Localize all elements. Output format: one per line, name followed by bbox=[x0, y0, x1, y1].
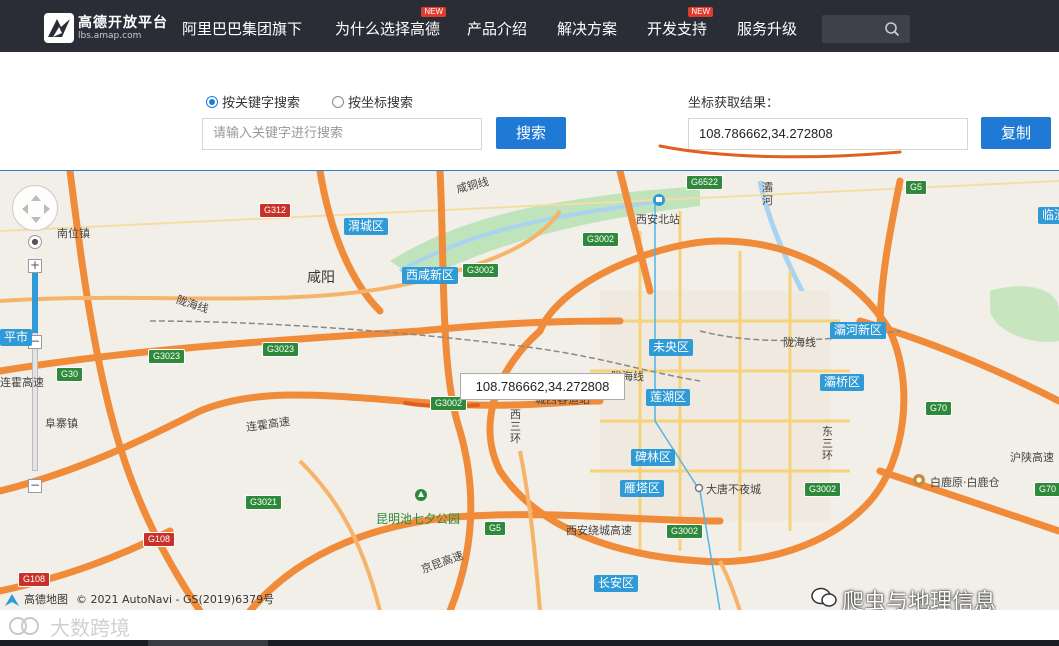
highway-sign: G30 bbox=[56, 367, 84, 382]
amap-logo[interactable]: 高德开放平台 lbs.amap.com bbox=[44, 13, 168, 43]
nav-label: 服务升级 bbox=[737, 20, 798, 38]
highway-sign: G108 bbox=[18, 572, 51, 587]
place-label: 西安北站 bbox=[636, 213, 680, 226]
watermark-logo-icon bbox=[9, 617, 39, 635]
highway-sign: G70 bbox=[925, 401, 953, 416]
highway-sign: G6522 bbox=[686, 175, 724, 190]
nav-label: 为什么选择高德 bbox=[335, 20, 441, 38]
nav-item-why-amap[interactable]: 为什么选择高德 NEW bbox=[335, 7, 447, 39]
nav-label: 开发支持 bbox=[647, 20, 708, 38]
district-label: 灞桥区 bbox=[820, 374, 865, 391]
top-nav-bar: 高德开放平台 lbs.amap.com 阿里巴巴集团旗下 为什么选择高德 NEW … bbox=[0, 0, 1059, 52]
highway-sign: G3002 bbox=[666, 524, 704, 539]
nav-item-service-upgrade[interactable]: 服务升级 bbox=[737, 18, 797, 39]
highway-sign: G108 bbox=[143, 532, 176, 547]
place-label: 西安绕城高速 bbox=[566, 524, 632, 537]
place-label: 陇海线 bbox=[783, 336, 816, 349]
nav-item-alibaba[interactable]: 阿里巴巴集团旗下 bbox=[182, 18, 302, 39]
place-label: 阜寨镇 bbox=[45, 417, 78, 430]
highway-sign: G312 bbox=[259, 203, 292, 218]
annotation-underline bbox=[658, 144, 902, 159]
highway-sign: G3021 bbox=[245, 495, 283, 510]
district-label: 临潼 bbox=[1038, 207, 1059, 224]
place-label: 沪陕高速 bbox=[1010, 451, 1054, 464]
district-label: 平市 bbox=[0, 329, 33, 346]
highway-sign: G3023 bbox=[148, 349, 186, 364]
pan-arrows-icon bbox=[22, 195, 50, 223]
place-label: 西三环 bbox=[510, 408, 521, 445]
poi-dot-icon[interactable] bbox=[694, 483, 704, 493]
amap-logo-icon bbox=[44, 13, 74, 43]
radio-coordinate-search[interactable]: 按坐标搜索 bbox=[332, 92, 413, 111]
zoom-slider-fill bbox=[32, 273, 38, 333]
bottom-tab-stub bbox=[148, 640, 268, 646]
watermark-right: 爬虫与地理信息 bbox=[842, 590, 997, 610]
highway-sign: G70 bbox=[1034, 482, 1059, 497]
place-label: 东三环 bbox=[822, 425, 833, 462]
district-label: 西咸新区 bbox=[402, 267, 459, 284]
wechat-icon bbox=[811, 587, 837, 607]
district-label: 长安区 bbox=[594, 575, 639, 592]
map-view[interactable]: ● + − − 渭城区 西咸新区 未央区 灞桥区 莲湖区 碑林区 雁塔区 长安区… bbox=[0, 170, 1059, 610]
new-badge: NEW bbox=[421, 7, 447, 17]
nav-label: 阿里巴巴集团旗下 bbox=[182, 20, 303, 38]
nav-item-products[interactable]: 产品介绍 bbox=[467, 18, 527, 39]
place-label: 灞河 bbox=[762, 181, 773, 207]
district-label: 未央区 bbox=[649, 339, 694, 356]
park-icon[interactable] bbox=[414, 488, 428, 506]
nav-label: 解决方案 bbox=[557, 20, 618, 38]
place-label: 昆明池七夕公园 bbox=[376, 512, 461, 526]
zoom-in-button[interactable]: + bbox=[28, 259, 42, 273]
locate-button[interactable]: ● bbox=[28, 235, 42, 249]
header-search-box[interactable] bbox=[822, 15, 910, 43]
district-label: 莲湖区 bbox=[646, 389, 691, 406]
logo-subtitle: lbs.amap.com bbox=[78, 30, 142, 41]
highway-sign: G3002 bbox=[582, 232, 620, 247]
radio-button-checked[interactable] bbox=[206, 95, 218, 108]
search-icon[interactable] bbox=[884, 21, 900, 37]
highway-sign: G5 bbox=[905, 180, 928, 195]
train-station-icon[interactable] bbox=[652, 193, 666, 209]
place-label: 连霍高速 bbox=[0, 376, 44, 389]
place-label: 南位镇 bbox=[57, 227, 90, 240]
nav-item-dev-support[interactable]: 开发支持 NEW bbox=[647, 7, 714, 39]
map-pan-control[interactable] bbox=[12, 185, 58, 231]
amap-small-logo-icon bbox=[5, 594, 19, 606]
nav-item-solutions[interactable]: 解决方案 bbox=[557, 18, 617, 39]
radio-label: 按关键字搜索 bbox=[222, 96, 301, 111]
keyword-search-input[interactable]: 请输入关键字进行搜索 bbox=[202, 118, 482, 150]
place-label: 白鹿原·白鹿仓 bbox=[930, 476, 1000, 489]
highway-sign: G3023 bbox=[262, 342, 300, 357]
highway-sign: G3002 bbox=[804, 482, 842, 497]
zoom-out-button[interactable]: − bbox=[28, 479, 42, 493]
copy-button[interactable]: 复制 bbox=[981, 117, 1051, 149]
footer-logo-text: 高德地图 bbox=[24, 593, 68, 606]
result-label: 坐标获取结果： bbox=[688, 96, 780, 111]
place-label: 咸阳 bbox=[307, 270, 335, 286]
district-label: 碑林区 bbox=[631, 449, 676, 466]
search-button[interactable]: 搜索 bbox=[496, 117, 566, 149]
district-label: 灞河新区 bbox=[830, 322, 887, 339]
nav-label: 产品介绍 bbox=[467, 20, 528, 38]
highway-sign: G3002 bbox=[462, 263, 500, 278]
new-badge: NEW bbox=[688, 7, 714, 17]
district-label: 渭城区 bbox=[344, 218, 389, 235]
place-label: 大唐不夜城 bbox=[706, 483, 761, 496]
scenic-spot-icon[interactable] bbox=[912, 473, 926, 487]
district-label: 雁塔区 bbox=[620, 480, 665, 497]
watermark-left: 大数跨境 bbox=[50, 616, 130, 640]
copyright-text: © 2021 AutoNavi - GS(2019)6379号 bbox=[76, 593, 275, 606]
radio-keyword-search[interactable]: 按关键字搜索 bbox=[206, 92, 300, 111]
map-copyright-bar: 高德地图 © 2021 AutoNavi - GS(2019)6379号 bbox=[0, 590, 420, 610]
highway-sign: G5 bbox=[484, 521, 507, 536]
radio-label: 按坐标搜索 bbox=[348, 96, 414, 111]
map-coordinate-tooltip: 108.786662,34.272808 bbox=[460, 373, 625, 400]
logo-title: 高德开放平台 bbox=[78, 14, 168, 31]
radio-button[interactable] bbox=[332, 95, 344, 108]
